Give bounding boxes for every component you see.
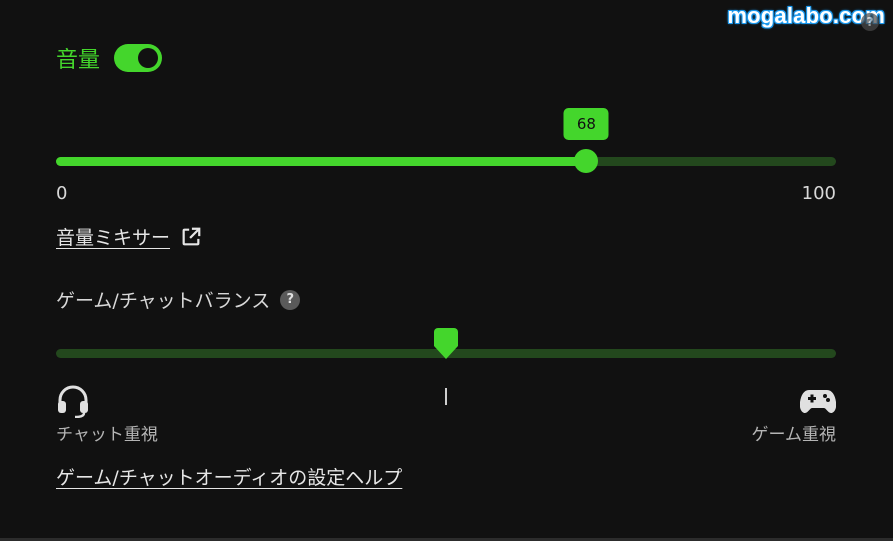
chat-priority-label: チャット重視	[56, 425, 158, 445]
volume-slider-fill	[56, 157, 587, 166]
balance-title: ゲーム/チャットバランス	[56, 290, 271, 312]
volume-slider-thumb[interactable]	[574, 149, 599, 173]
volume-min-label: 0	[56, 183, 68, 204]
balance-title-row: ゲーム/チャットバランス ?	[56, 286, 301, 313]
volume-row: 音量	[56, 42, 163, 74]
balance-slider[interactable]	[56, 328, 836, 359]
volume-label: 音量	[56, 48, 101, 73]
volume-value-tooltip: 68	[563, 108, 609, 140]
external-link-icon	[182, 227, 201, 245]
corner-help-icon[interactable]: ?	[861, 13, 879, 31]
gamepad-icon	[800, 390, 836, 413]
volume-mixer-link[interactable]: 音量ミキサー	[56, 223, 202, 250]
balance-center-mark	[445, 388, 447, 405]
audio-settings-help-link[interactable]: ゲーム/チャットオーディオの設定ヘルプ	[56, 463, 402, 490]
volume-mixer-link-text: 音量ミキサー	[56, 227, 171, 249]
toggle-knob	[138, 48, 159, 68]
game-priority-label: ゲーム重視	[751, 425, 837, 445]
volume-slider[interactable]	[56, 149, 836, 173]
volume-max-label: 100	[801, 183, 836, 204]
volume-toggle[interactable]	[114, 44, 163, 72]
headset-icon	[58, 385, 88, 418]
balance-slider-thumb[interactable]	[434, 328, 458, 360]
question-icon[interactable]: ?	[280, 289, 301, 310]
